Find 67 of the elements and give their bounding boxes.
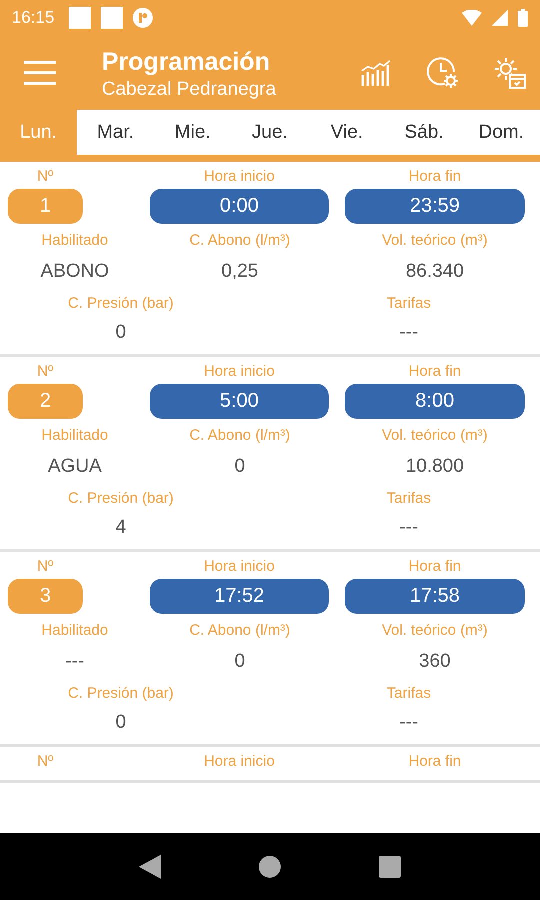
volume-value: 360 — [419, 651, 451, 673]
app-notification-icon — [132, 8, 153, 28]
number-label: Nº — [37, 168, 54, 185]
start-time-label: Hora inicio — [204, 753, 275, 770]
recents-icon[interactable] — [379, 856, 401, 878]
tariffs-label: Tarifas — [386, 295, 432, 312]
wifi-icon — [462, 10, 482, 26]
end-time-label: Hora fin — [408, 753, 462, 770]
notification-icon — [100, 6, 123, 28]
fertilizer-dose-label: C. Abono (l/m³) — [190, 622, 290, 639]
enabled-value: AGUA — [48, 456, 102, 478]
fertilizer-dose-value: 0 — [234, 651, 246, 673]
pressure-label: C. Presión (bar) — [68, 490, 174, 507]
number-label: Nº — [37, 753, 54, 770]
number-label: Nº — [37, 363, 54, 380]
end-time-button[interactable]: 17:58 — [345, 579, 525, 614]
pressure-label: C. Presión (bar) — [68, 685, 174, 702]
fertilizer-dose-label: C. Abono (l/m³) — [190, 232, 290, 249]
enabled-label: Habilitado — [42, 232, 108, 249]
enabled-label: Habilitado — [42, 622, 108, 639]
status-time: 16:15 — [12, 8, 55, 28]
pressure-value: 0 — [116, 712, 126, 734]
program-card[interactable]: Nº Hora inicio Hora fin 1 0:00 23:59 Habilitado C. Abono (l/m³) Vol. teórico (m³) ABONO 0,25 86.340 C. Presión (bar) Tarifas 0 --- — [0, 162, 540, 357]
clock-gear-icon[interactable] — [425, 54, 461, 90]
end-time-label: Hora fin — [408, 168, 462, 185]
pressure-value: 4 — [116, 517, 126, 539]
end-time-label: Hora fin — [408, 558, 462, 575]
end-time-button[interactable]: 23:59 — [345, 189, 525, 224]
end-time-button[interactable]: 8:00 — [345, 384, 525, 419]
start-time-button[interactable]: 17:52 — [150, 579, 329, 614]
home-icon[interactable] — [259, 856, 281, 878]
number-label: Nº — [37, 558, 54, 575]
volume-label: Vol. teórico (m³) — [382, 232, 488, 249]
tariffs-label: Tarifas — [386, 685, 432, 702]
tariffs-value: --- — [400, 517, 418, 539]
program-card[interactable]: Nº Hora inicio Hora fin 3 17:52 17:58 Habilitado C. Abono (l/m³) Vol. teórico (m³) --- 0 360 C. Presión (bar) Tarifas 0 --- — [0, 552, 540, 747]
screen-title: Programación — [102, 46, 272, 76]
start-time-label: Hora inicio — [204, 363, 275, 380]
enabled-value: ABONO — [40, 261, 110, 283]
program-card[interactable]: Nº Hora inicio Hora fin 2 5:00 8:00 Habilitado C. Abono (l/m³) Vol. teórico (m³) AGUA 0 10.800 C. Presión (bar) Tarifas 4 --- — [0, 357, 540, 552]
program-number: 3 — [8, 579, 83, 614]
battery-icon — [518, 8, 528, 26]
enabled-label: Habilitado — [42, 427, 108, 444]
start-time-label: Hora inicio — [204, 168, 275, 185]
fertilizer-dose-value: 0 — [234, 456, 246, 478]
back-icon[interactable] — [139, 854, 161, 878]
volume-value: 86.340 — [406, 261, 464, 283]
tariffs-value: --- — [400, 712, 418, 734]
volume-label: Vol. teórico (m³) — [382, 427, 488, 444]
start-time-label: Hora inicio — [204, 558, 275, 575]
tariffs-label: Tarifas — [386, 490, 432, 507]
pressure-label: C. Presión (bar) — [68, 295, 174, 312]
program-number: 2 — [8, 384, 83, 419]
start-time-button[interactable]: 0:00 — [150, 189, 329, 224]
notification-icon — [68, 6, 91, 28]
tariffs-value: --- — [400, 322, 418, 344]
volume-label: Vol. teórico (m³) — [382, 622, 488, 639]
fertilizer-dose-label: C. Abono (l/m³) — [190, 427, 290, 444]
fertilizer-dose-value: 0,25 — [222, 261, 258, 283]
signal-icon — [492, 10, 508, 26]
pressure-value: 0 — [116, 322, 126, 344]
start-time-button[interactable]: 5:00 — [150, 384, 329, 419]
end-time-label: Hora fin — [408, 363, 462, 380]
program-number: 1 — [8, 189, 83, 224]
volume-value: 10.800 — [406, 456, 464, 478]
enabled-value: --- — [66, 651, 84, 673]
screen-subtitle: Cabezal Pedranegra — [102, 78, 278, 102]
